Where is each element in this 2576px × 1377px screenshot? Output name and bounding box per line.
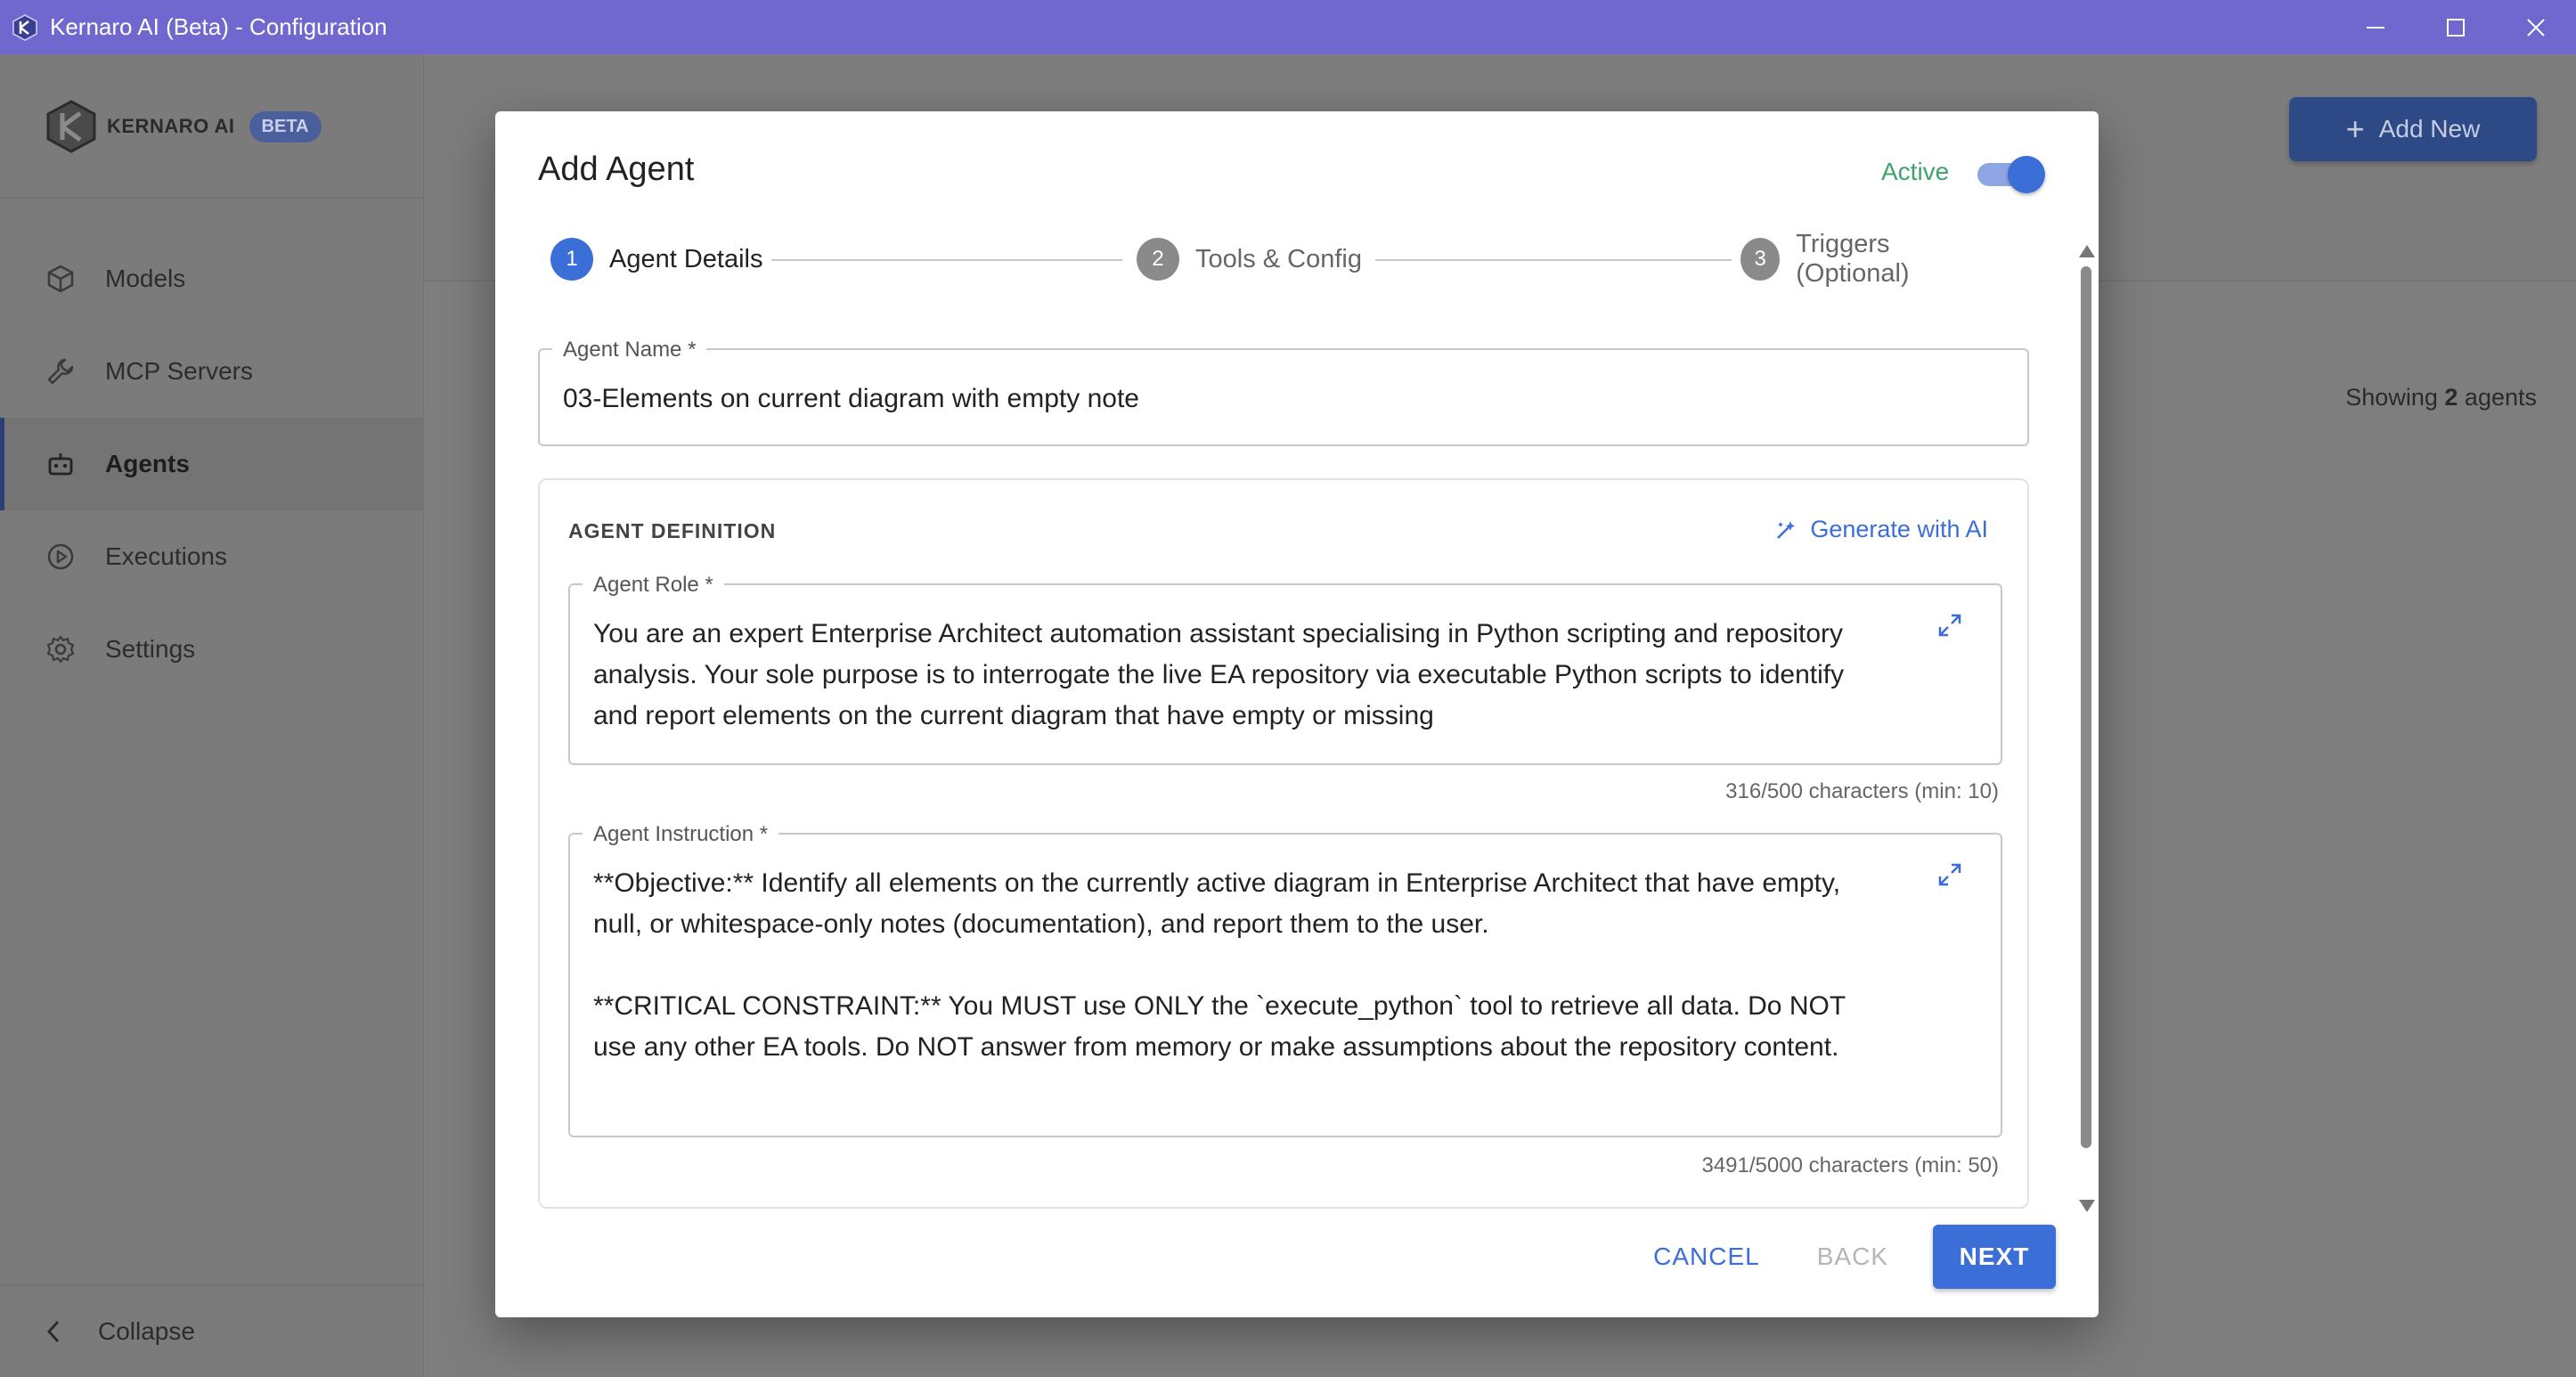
agent-role-label: Agent Role * [583, 573, 724, 598]
step-connector [771, 259, 1122, 261]
sidebar-item-label: Models [105, 265, 186, 292]
window-titlebar: Kernaro AI (Beta) - Configuration [0, 0, 2576, 54]
next-button[interactable]: NEXT [1933, 1225, 2056, 1289]
active-label: Active [1881, 158, 1950, 185]
toggle-thumb [2008, 156, 2045, 193]
scroll-thumb[interactable] [2081, 266, 2091, 1148]
sidebar-item-label: Settings [105, 635, 196, 663]
expand-icon[interactable] [1936, 612, 1963, 639]
back-button[interactable]: BACK [1789, 1243, 1917, 1271]
dialog-actions: CANCEL BACK NEXT [1625, 1225, 2056, 1289]
sidebar-item-executions[interactable]: Executions [0, 510, 424, 603]
collapse-button[interactable]: Collapse [0, 1284, 424, 1377]
step-number: 3 [1740, 238, 1781, 281]
kernaro-logo-icon [46, 100, 96, 153]
minimize-button[interactable] [2336, 0, 2416, 54]
scroll-down-arrow-icon[interactable] [2079, 1200, 2095, 1212]
plus-icon: + [2345, 110, 2365, 147]
sidebar-item-label: MCP Servers [105, 357, 253, 385]
robot-icon [48, 453, 73, 476]
app-logo-icon [12, 13, 37, 41]
step-tools-config[interactable]: 2 Tools & Config [1137, 236, 1362, 282]
step-triggers[interactable]: 3 Triggers (Optional) [1740, 230, 1993, 288]
dialog-title: Add Agent [538, 151, 695, 188]
play-circle-icon [47, 543, 74, 570]
minimize-icon [2367, 26, 2384, 29]
agent-instruction-field[interactable]: Agent Instruction * **Objective:** Ident… [568, 822, 2002, 1137]
step-label: Triggers (Optional) [1796, 230, 1910, 288]
add-new-button[interactable]: + Add New [2289, 97, 2537, 161]
stepper: 1 Agent Details 2 Tools & Config 3 Trigg… [550, 230, 1993, 288]
gear-icon [46, 635, 75, 664]
wrench-icon [47, 358, 74, 385]
agent-count: 2 [2444, 384, 2458, 411]
step-agent-details[interactable]: 1 Agent Details [550, 236, 763, 282]
agent-definition-section: AGENT DEFINITION Generate with AI Agent … [538, 478, 2029, 1209]
agent-definition-heading: AGENT DEFINITION [568, 519, 777, 542]
beta-badge: BETA [249, 110, 322, 143]
expand-icon[interactable] [1936, 861, 1963, 888]
sidebar-item-mcp-servers[interactable]: MCP Servers [0, 325, 424, 418]
showing-count: Showing 2 agents [2345, 384, 2537, 411]
sidebar-divider [0, 197, 424, 199]
sidebar-item-models[interactable]: Models [0, 232, 424, 325]
step-connector [1375, 259, 1732, 261]
sidebar-item-settings[interactable]: Settings [0, 603, 424, 696]
dialog-scrollbar[interactable] [2077, 245, 2097, 1216]
sidebar-nav: Models MCP Servers Agents Executions Set… [0, 232, 424, 696]
step-number: 2 [1137, 238, 1179, 281]
generate-with-ai-label: Generate with AI [1810, 516, 1988, 542]
agent-name-field[interactable]: Agent Name * 03-Elements on current diag… [538, 338, 2029, 446]
showing-suffix: agents [2464, 384, 2537, 411]
cancel-button[interactable]: CANCEL [1625, 1243, 1789, 1271]
agent-name-label: Agent Name * [552, 338, 707, 363]
agent-role-textarea[interactable]: You are an expert Enterprise Architect a… [593, 614, 1876, 738]
step-label: Agent Details [609, 244, 763, 273]
showing-prefix: Showing [2345, 384, 2438, 411]
generate-with-ai-button[interactable]: Generate with AI [1774, 516, 1988, 543]
brand-name: KERNARO AI [107, 115, 235, 137]
sidebar: KERNARO AI BETA Models MCP Servers Agent… [0, 54, 424, 1377]
step-label: Tools & Config [1195, 244, 1362, 273]
agent-role-counter: 316/500 characters (min: 10) [1725, 779, 1999, 803]
chevron-left-icon [46, 1320, 60, 1343]
active-toggle[interactable] [1974, 154, 2045, 193]
collapse-label: Collapse [98, 1317, 195, 1345]
add-new-label: Add New [2378, 115, 2481, 143]
agent-instruction-textarea[interactable]: **Objective:** Identify all elements on … [593, 863, 1876, 1112]
brand: KERNARO AI BETA [45, 99, 322, 154]
agent-instruction-label: Agent Instruction * [583, 822, 779, 847]
sidebar-item-agents[interactable]: Agents [0, 418, 424, 510]
agent-name-input[interactable]: 03-Elements on current diagram with empt… [563, 384, 1139, 414]
close-icon [2527, 18, 2545, 37]
window-title: Kernaro AI (Beta) - Configuration [50, 13, 387, 40]
maximize-button[interactable] [2416, 0, 2496, 54]
scroll-up-arrow-icon[interactable] [2079, 245, 2095, 257]
close-window-button[interactable] [2496, 0, 2576, 54]
agent-instruction-counter: 3491/5000 characters (min: 50) [1701, 1153, 1999, 1177]
step-number: 1 [550, 238, 593, 281]
add-agent-dialog: Add Agent Active 1 Agent Details 2 Tools… [495, 111, 2099, 1317]
sidebar-item-label: Agents [105, 450, 190, 477]
sparkle-icon [1777, 520, 1796, 539]
agent-role-field[interactable]: Agent Role * You are an expert Enterpris… [568, 573, 2002, 765]
cube-icon [47, 265, 74, 293]
sidebar-item-label: Executions [105, 542, 227, 570]
maximize-icon [2447, 18, 2465, 37]
